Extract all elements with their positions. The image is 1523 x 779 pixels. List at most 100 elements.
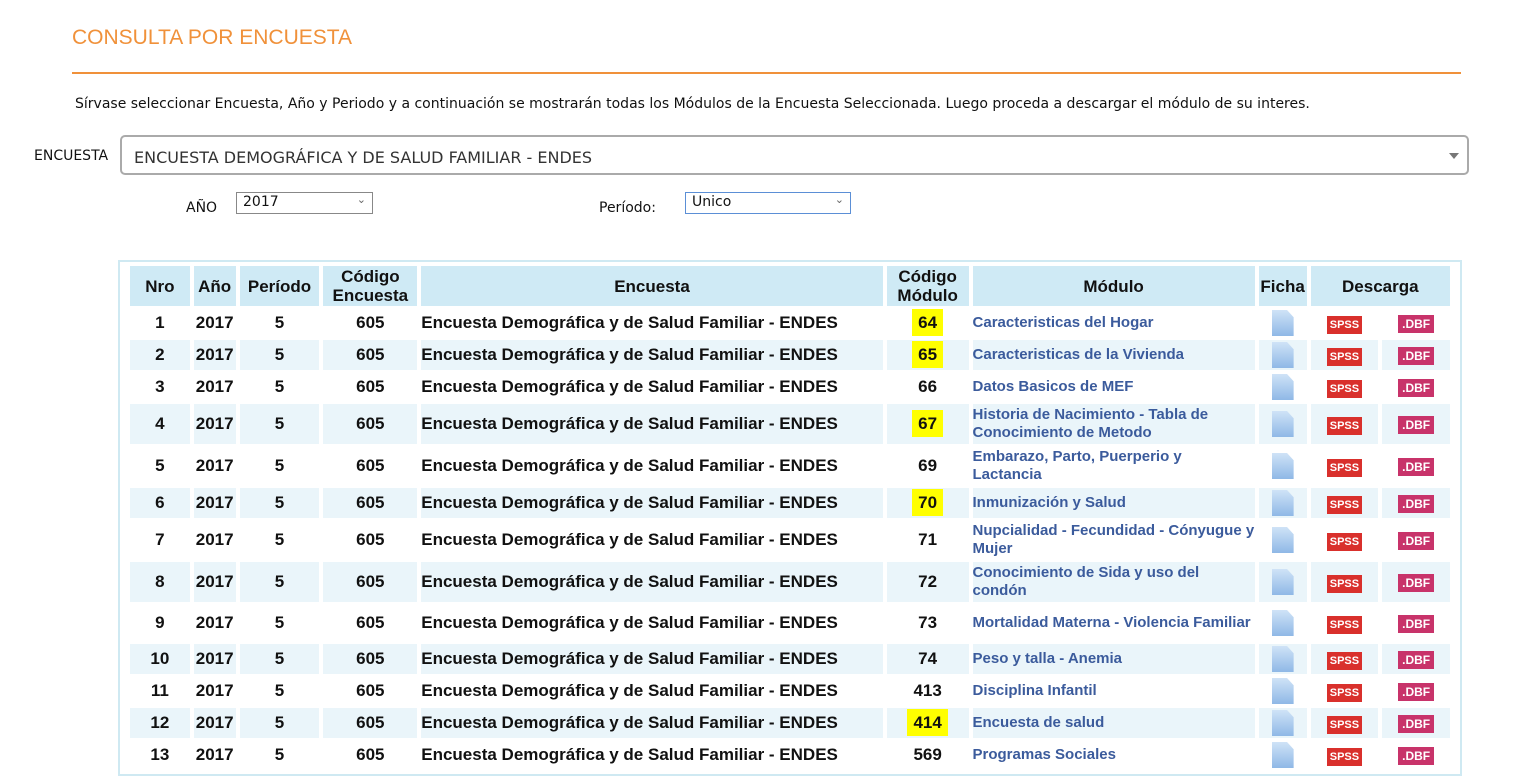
modulo-link[interactable]: Datos Basicos de MEF	[973, 372, 1255, 402]
document-icon[interactable]	[1271, 374, 1294, 400]
cell-codigo-encuesta: 605	[356, 530, 385, 549]
cell-codigo-encuesta: 605	[356, 745, 385, 764]
dbf-download-button[interactable]: .DBF	[1398, 315, 1435, 333]
spss-download-button[interactable]: SPSS	[1326, 347, 1363, 366]
cell-dbf: .DBF	[1382, 740, 1450, 770]
document-icon[interactable]	[1271, 453, 1294, 479]
cell-encuesta: Encuesta Demográfica y de Salud Familiar…	[421, 340, 883, 370]
header-encuesta: Encuesta	[421, 266, 883, 306]
cell-encuesta: Encuesta Demográfica y de Salud Familiar…	[421, 681, 838, 700]
modulo-link[interactable]: Caracteristicas del Hogar	[973, 308, 1255, 338]
document-icon[interactable]	[1271, 342, 1294, 368]
cell-ficha	[1258, 340, 1307, 370]
modulo-link[interactable]: Conocimiento de Sida y uso del condón	[972, 562, 1255, 602]
document-icon[interactable]	[1271, 742, 1294, 768]
cell-ficha	[1258, 562, 1307, 602]
spss-download-button[interactable]: SPSS	[1326, 495, 1363, 514]
dbf-download-button[interactable]: .DBF	[1398, 532, 1435, 550]
cell-nro: 9	[155, 613, 165, 632]
modulo-link[interactable]: Disciplina Infantil	[973, 676, 1255, 706]
cell-periodo: 5	[239, 404, 320, 444]
codigo-modulo-value: 71	[918, 530, 938, 549]
cell-dbf: .DBF	[1382, 340, 1450, 370]
modulo-link[interactable]: Nupcialidad - Fecundidad - Cónyugue y Mu…	[973, 520, 1255, 560]
cell-spss: SPSS	[1311, 308, 1379, 338]
dbf-download-button[interactable]: .DBF	[1398, 683, 1435, 701]
spss-download-button[interactable]: SPSS	[1326, 379, 1363, 398]
cell-dbf: .DBF	[1382, 446, 1450, 486]
cell-spss: SPSS	[1311, 676, 1379, 706]
document-icon[interactable]	[1271, 490, 1294, 516]
spss-download-button[interactable]: SPSS	[1326, 651, 1363, 670]
cell-codigo-modulo: 74	[886, 644, 969, 674]
cell-codigo-encuesta: 605	[323, 404, 418, 444]
dbf-download-button[interactable]: .DBF	[1398, 379, 1435, 397]
cell-nro: 13	[150, 745, 170, 764]
spss-download-button[interactable]: SPSS	[1326, 315, 1363, 334]
document-icon[interactable]	[1271, 569, 1294, 595]
dbf-download-button[interactable]: .DBF	[1398, 416, 1435, 434]
codigo-modulo-value: 64	[912, 309, 944, 336]
spss-download-button[interactable]: SPSS	[1326, 683, 1363, 702]
spss-download-button[interactable]: SPSS	[1326, 458, 1363, 477]
document-icon[interactable]	[1271, 527, 1294, 553]
document-icon[interactable]	[1271, 646, 1294, 672]
dbf-download-button[interactable]: .DBF	[1398, 458, 1435, 476]
codigo-modulo-value: 569	[913, 745, 942, 764]
cell-dbf: .DBF	[1382, 676, 1450, 706]
codigo-modulo-value: 74	[918, 649, 938, 668]
cell-ficha	[1259, 446, 1307, 486]
modulo-link[interactable]: Encuesta de salud	[972, 708, 1255, 738]
codigo-modulo-value: 65	[912, 341, 944, 368]
dbf-download-button[interactable]: .DBF	[1398, 495, 1435, 513]
modulo-link[interactable]: Mortalidad Materna - Violencia Familiar	[973, 604, 1255, 642]
modulo-link[interactable]: Programas Sociales	[973, 740, 1255, 770]
spss-download-button[interactable]: SPSS	[1326, 615, 1363, 634]
spss-download-button[interactable]: SPSS	[1326, 416, 1363, 435]
cell-anio: 2017	[193, 562, 236, 602]
cell-periodo: 5	[274, 745, 285, 764]
cell-codigo-encuesta: 605	[356, 313, 385, 332]
encuesta-select-value: ENCUESTA DEMOGRÁFICA Y DE SALUD FAMILIAR…	[134, 148, 593, 167]
dbf-download-button[interactable]: .DBF	[1398, 747, 1435, 765]
cell-encuesta: Encuesta Demográfica y de Salud Familiar…	[421, 404, 883, 444]
document-icon[interactable]	[1271, 710, 1294, 736]
spss-download-button[interactable]: SPSS	[1326, 532, 1363, 551]
cell-periodo: 5	[239, 562, 320, 602]
cell-spss: SPSS	[1311, 740, 1379, 770]
cell-ficha	[1259, 308, 1307, 338]
encuesta-select[interactable]: ENCUESTA DEMOGRÁFICA Y DE SALUD FAMILIAR…	[120, 135, 1469, 175]
document-icon[interactable]	[1271, 310, 1294, 336]
periodo-select[interactable]: Unico ⌄	[685, 192, 851, 214]
cell-dbf: .DBF	[1382, 404, 1450, 444]
table-row: 9 2017 5 605 Encuesta Demográfica y de S…	[130, 604, 1450, 642]
instructions-text: Sírvase seleccionar Encuesta, Año y Peri…	[75, 96, 1310, 112]
title-divider	[72, 72, 1461, 74]
dbf-download-button[interactable]: .DBF	[1398, 347, 1435, 365]
modulo-link[interactable]: Peso y talla - Anemia	[972, 644, 1255, 674]
cell-codigo-encuesta: 605	[323, 340, 418, 370]
modulo-link[interactable]: Embarazo, Parto, Puerperio y Lactancia	[973, 446, 1255, 486]
spss-download-button[interactable]: SPSS	[1326, 747, 1363, 766]
codigo-modulo-value: 69	[918, 456, 938, 475]
modulo-link[interactable]: Inmunización y Salud	[972, 488, 1255, 518]
document-icon[interactable]	[1271, 678, 1294, 704]
table-row: 5 2017 5 605 Encuesta Demográfica y de S…	[130, 446, 1450, 486]
dbf-download-button[interactable]: .DBF	[1398, 615, 1435, 633]
cell-codigo-encuesta: 605	[323, 488, 418, 518]
cell-codigo-encuesta: 605	[323, 708, 418, 738]
cell-periodo: 5	[274, 377, 285, 396]
cell-anio: 2017	[195, 745, 234, 764]
modulo-link[interactable]: Historia de Nacimiento - Tabla de Conoci…	[972, 404, 1255, 444]
dbf-download-button[interactable]: .DBF	[1398, 651, 1435, 669]
spss-download-button[interactable]: SPSS	[1326, 715, 1363, 734]
cell-codigo-modulo: 413	[887, 676, 969, 706]
dbf-download-button[interactable]: .DBF	[1398, 715, 1435, 733]
anio-select[interactable]: 2017 ⌄	[236, 192, 373, 214]
dbf-download-button[interactable]: .DBF	[1398, 574, 1435, 592]
document-icon[interactable]	[1271, 610, 1294, 636]
document-icon[interactable]	[1271, 411, 1294, 437]
spss-download-button[interactable]: SPSS	[1326, 574, 1363, 593]
table-row: 3 2017 5 605 Encuesta Demográfica y de S…	[130, 372, 1450, 402]
modulo-link[interactable]: Caracteristicas de la Vivienda	[972, 340, 1255, 370]
